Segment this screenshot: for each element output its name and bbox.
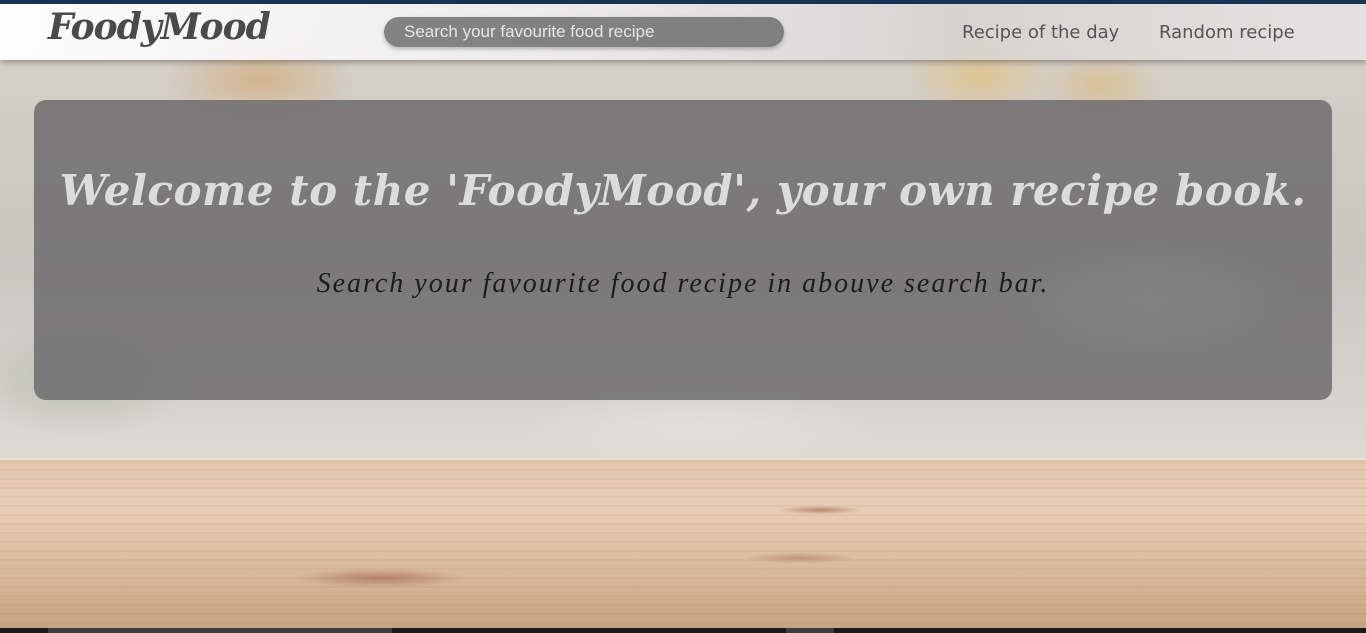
brand-logo[interactable]: FoodyMood bbox=[48, 6, 271, 48]
bottom-scroll-strip bbox=[0, 628, 1366, 633]
welcome-title: Welcome to the 'FoodyMood', your own rec… bbox=[59, 166, 1307, 215]
nav-random-recipe[interactable]: Random recipe bbox=[1159, 22, 1295, 43]
nav-recipe-of-the-day[interactable]: Recipe of the day bbox=[962, 22, 1119, 43]
navbar: FoodyMood Recipe of the day Random recip… bbox=[0, 4, 1366, 60]
welcome-panel: Welcome to the 'FoodyMood', your own rec… bbox=[34, 100, 1332, 400]
welcome-subtitle: Search your favourite food recipe in abo… bbox=[316, 268, 1050, 299]
search-input[interactable] bbox=[384, 17, 784, 47]
wooden-table-image bbox=[0, 458, 1366, 628]
